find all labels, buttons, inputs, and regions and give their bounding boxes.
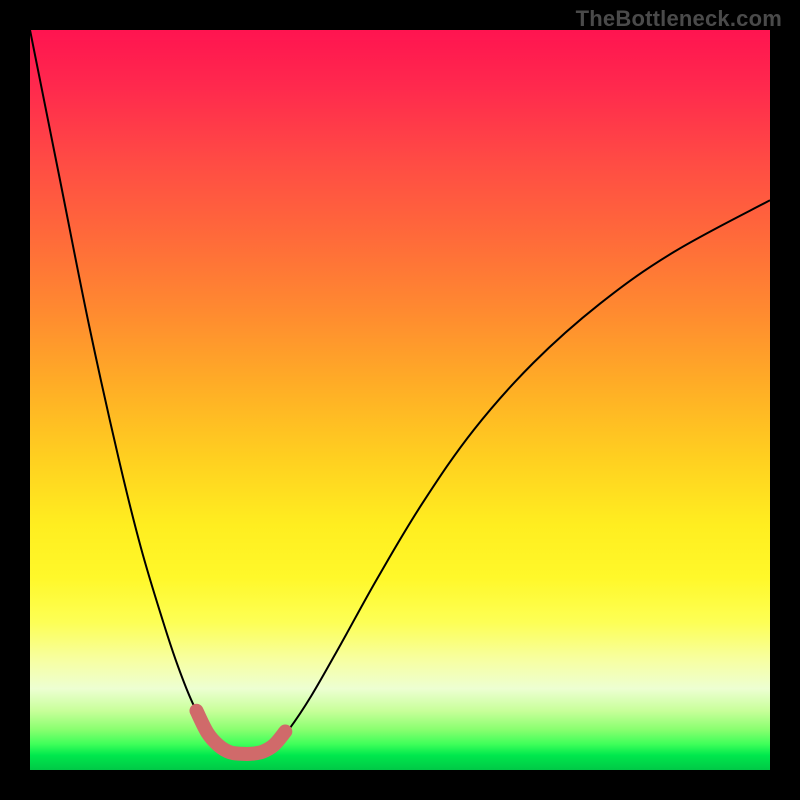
watermark-text: TheBottleneck.com: [576, 6, 782, 32]
chart-svg: [30, 30, 770, 770]
chart-stage: TheBottleneck.com: [0, 0, 800, 800]
plot-area: [30, 30, 770, 770]
emphasis-curve: [197, 711, 286, 754]
main-curve: [30, 30, 770, 754]
